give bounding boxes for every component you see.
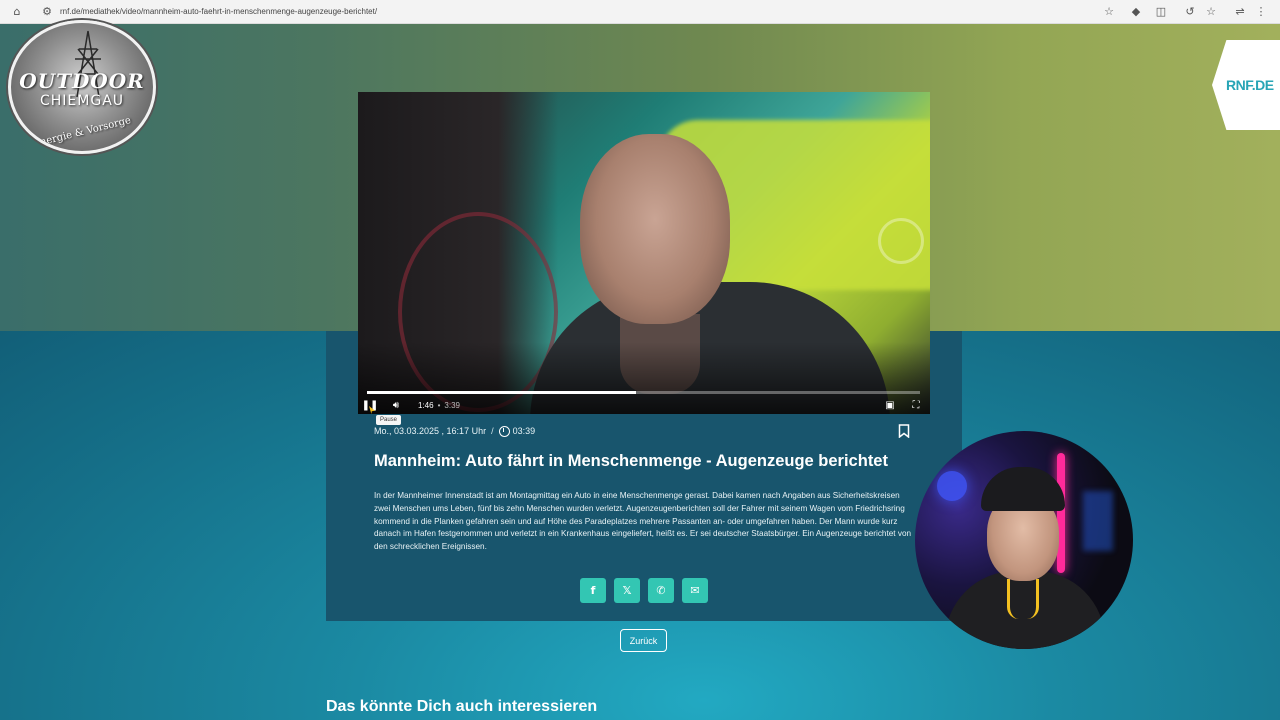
collections-icon[interactable]: ☆ bbox=[1202, 3, 1220, 21]
extension-icon[interactable]: ◆ bbox=[1127, 3, 1145, 21]
pause-tooltip: Pause bbox=[376, 415, 402, 425]
webcam-light-glow bbox=[1083, 491, 1113, 551]
video-duration: 3:39 bbox=[444, 400, 460, 410]
webcam-person-cap bbox=[981, 467, 1065, 511]
webcam-overlay bbox=[915, 431, 1133, 649]
video-time-separator: • bbox=[437, 400, 441, 410]
whatsapp-icon: ✆ bbox=[656, 584, 666, 597]
article-duration: 03:39 bbox=[512, 426, 536, 436]
clock-icon bbox=[498, 425, 510, 437]
star-icon[interactable]: ☆ bbox=[1100, 3, 1118, 21]
logo-line-chiemgau: CHIEMGAU bbox=[39, 93, 125, 109]
email-icon: ✉ bbox=[690, 584, 700, 597]
x-icon: 𝕏 bbox=[622, 584, 632, 597]
bookmark-icon[interactable] bbox=[898, 424, 910, 438]
meta-separator: / bbox=[491, 426, 494, 436]
video-controls-right: ▣ ⛶ bbox=[882, 397, 924, 413]
webcam-light-pink bbox=[1057, 453, 1065, 573]
video-current-time: 1:46 bbox=[418, 400, 434, 410]
share-buttons: f 𝕏 ✆ ✉ bbox=[580, 578, 708, 603]
cast-icon[interactable]: ⇌ bbox=[1231, 3, 1249, 21]
outdoor-chiemgau-logo: OUTDOOR CHIEMGAU Energie & Vorsorge bbox=[8, 20, 156, 154]
back-button[interactable]: Zurück bbox=[620, 629, 667, 652]
menu-icon[interactable]: ⋮ bbox=[1252, 3, 1270, 21]
fullscreen-icon[interactable]: ⛶ bbox=[908, 397, 924, 413]
logo-line-outdoor: OUTDOOR bbox=[19, 69, 145, 93]
pause-icon[interactable]: ❚❚ bbox=[362, 397, 379, 413]
share-x-button[interactable]: 𝕏 bbox=[614, 578, 640, 603]
picture-in-picture-icon[interactable]: ▣ bbox=[882, 397, 898, 413]
browser-toolbar: ⌂ ⚙ rnf.de/mediathek/video/mannheim-auto… bbox=[0, 0, 1280, 24]
video-watermark bbox=[878, 218, 924, 264]
article-meta: Mo., 03.03.2025 , 16:17 Uhr / 03:39 bbox=[374, 425, 535, 437]
video-frame-person-head bbox=[580, 134, 730, 324]
related-heading: Das könnte Dich auch interessieren bbox=[326, 698, 598, 715]
share-email-button[interactable]: ✉ bbox=[682, 578, 708, 603]
video-progress-bar[interactable] bbox=[367, 391, 920, 394]
webcam-hoodie-cord bbox=[1007, 579, 1039, 619]
article-date: Mo., 03.03.2025 , 16:17 Uhr bbox=[374, 426, 487, 436]
history-icon[interactable]: ↺ bbox=[1181, 3, 1199, 21]
address-bar[interactable]: rnf.de/mediathek/video/mannheim-auto-fae… bbox=[60, 7, 1100, 16]
puzzle-icon[interactable]: ◫ bbox=[1152, 3, 1170, 21]
home-icon[interactable]: ⌂ bbox=[8, 3, 26, 21]
article-title: Mannheim: Auto fährt in Menschenmenge - … bbox=[374, 452, 888, 470]
article-description: In der Mannheimer Innenstadt ist am Mont… bbox=[374, 491, 912, 552]
video-controls-left: ❚❚ 🔊︎ 1:46 • 3:39 bbox=[362, 397, 460, 413]
rnf-logo[interactable]: RNF.DE bbox=[1212, 40, 1280, 130]
facebook-icon: f bbox=[590, 584, 596, 597]
video-player[interactable]: ❚❚ 🔊︎ 1:46 • 3:39 ▣ ⛶ bbox=[358, 92, 930, 414]
site-info-icon[interactable]: ⚙ bbox=[38, 3, 56, 21]
volume-icon[interactable]: 🔊︎ bbox=[388, 397, 404, 413]
webcam-light-blue bbox=[937, 471, 967, 501]
video-progress-fill bbox=[367, 391, 637, 394]
rnf-logo-text: RNF.DE bbox=[1226, 77, 1274, 93]
share-facebook-button[interactable]: f bbox=[580, 578, 606, 603]
share-whatsapp-button[interactable]: ✆ bbox=[648, 578, 674, 603]
